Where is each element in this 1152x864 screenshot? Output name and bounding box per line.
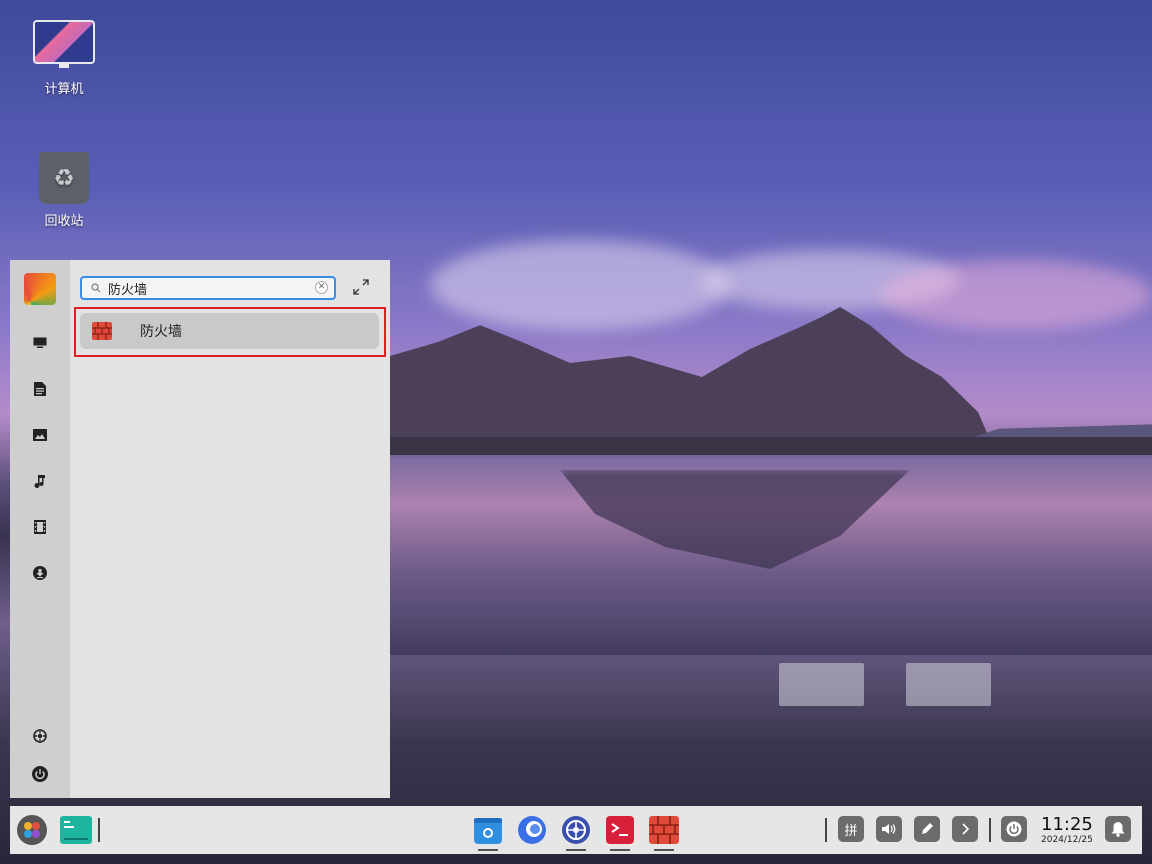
desktop-selection-shadow — [779, 663, 864, 706]
clock-date[interactable]: 2024/12/25 — [1041, 835, 1093, 845]
input-method-label: 拼 — [844, 823, 858, 839]
taskbar: 拼 11:25 2024/12/25 — [10, 806, 1142, 854]
start-menu-sidebar — [10, 260, 70, 798]
picture-icon[interactable] — [30, 425, 50, 445]
search-result-label: 防火墙 — [140, 324, 182, 340]
firewall-icon[interactable] — [648, 814, 680, 851]
volume-icon[interactable] — [876, 816, 902, 842]
document-icon[interactable] — [30, 379, 50, 399]
wallpaper-cloud — [880, 260, 1152, 330]
running-indicator — [610, 849, 630, 851]
settings-icon[interactable] — [30, 726, 50, 746]
browser-icon[interactable] — [516, 814, 548, 846]
start-button[interactable] — [16, 814, 48, 846]
expand-icon[interactable] — [352, 278, 370, 296]
search-result-item[interactable]: 防火墙 — [80, 313, 379, 349]
wallpaper-shore — [390, 437, 1152, 457]
app-store-icon[interactable] — [472, 814, 504, 851]
notification-bell-icon[interactable] — [1105, 816, 1131, 842]
workspace-switcher-icon[interactable] — [60, 814, 92, 846]
desktop-icon-trash[interactable]: ♻ 回收站 — [19, 152, 109, 229]
computer-icon[interactable] — [30, 333, 50, 353]
settings-icon[interactable] — [560, 814, 592, 851]
video-icon[interactable] — [30, 517, 50, 537]
power-icon[interactable] — [30, 764, 50, 784]
power-icon[interactable] — [1001, 816, 1027, 842]
input-method-button[interactable]: 拼 — [838, 816, 864, 842]
desktop-icon-label: 计算机 — [44, 82, 84, 97]
wallpaper-mountain — [390, 307, 990, 440]
terminal-icon[interactable] — [604, 814, 636, 851]
pen-icon[interactable] — [914, 816, 940, 842]
taskbar-separator — [989, 818, 991, 842]
taskbar-separator — [98, 818, 100, 842]
running-indicator — [654, 849, 674, 851]
chevron-right-icon[interactable] — [952, 816, 978, 842]
search-field[interactable]: ✕ — [80, 276, 336, 300]
wallpaper-cloud — [430, 240, 730, 330]
search-icon — [90, 282, 102, 294]
download-icon[interactable] — [30, 563, 50, 583]
start-menu: ✕ 防火墙 — [10, 260, 390, 798]
computer-icon — [33, 20, 95, 68]
firewall-icon — [92, 322, 112, 340]
desktop-icon-computer[interactable]: 计算机 — [19, 20, 109, 97]
taskbar-separator — [825, 818, 827, 842]
search-input[interactable] — [108, 280, 308, 296]
clock-time[interactable]: 11:25 — [1041, 814, 1093, 835]
desktop-icon-label: 回收站 — [44, 214, 84, 229]
user-avatar[interactable] — [24, 273, 56, 305]
clear-search-icon[interactable]: ✕ — [315, 281, 328, 294]
music-icon[interactable] — [30, 471, 50, 491]
running-indicator — [566, 849, 586, 851]
trash-icon: ♻ — [39, 152, 89, 204]
desktop-selection-shadow — [906, 663, 991, 706]
running-indicator — [478, 849, 498, 851]
